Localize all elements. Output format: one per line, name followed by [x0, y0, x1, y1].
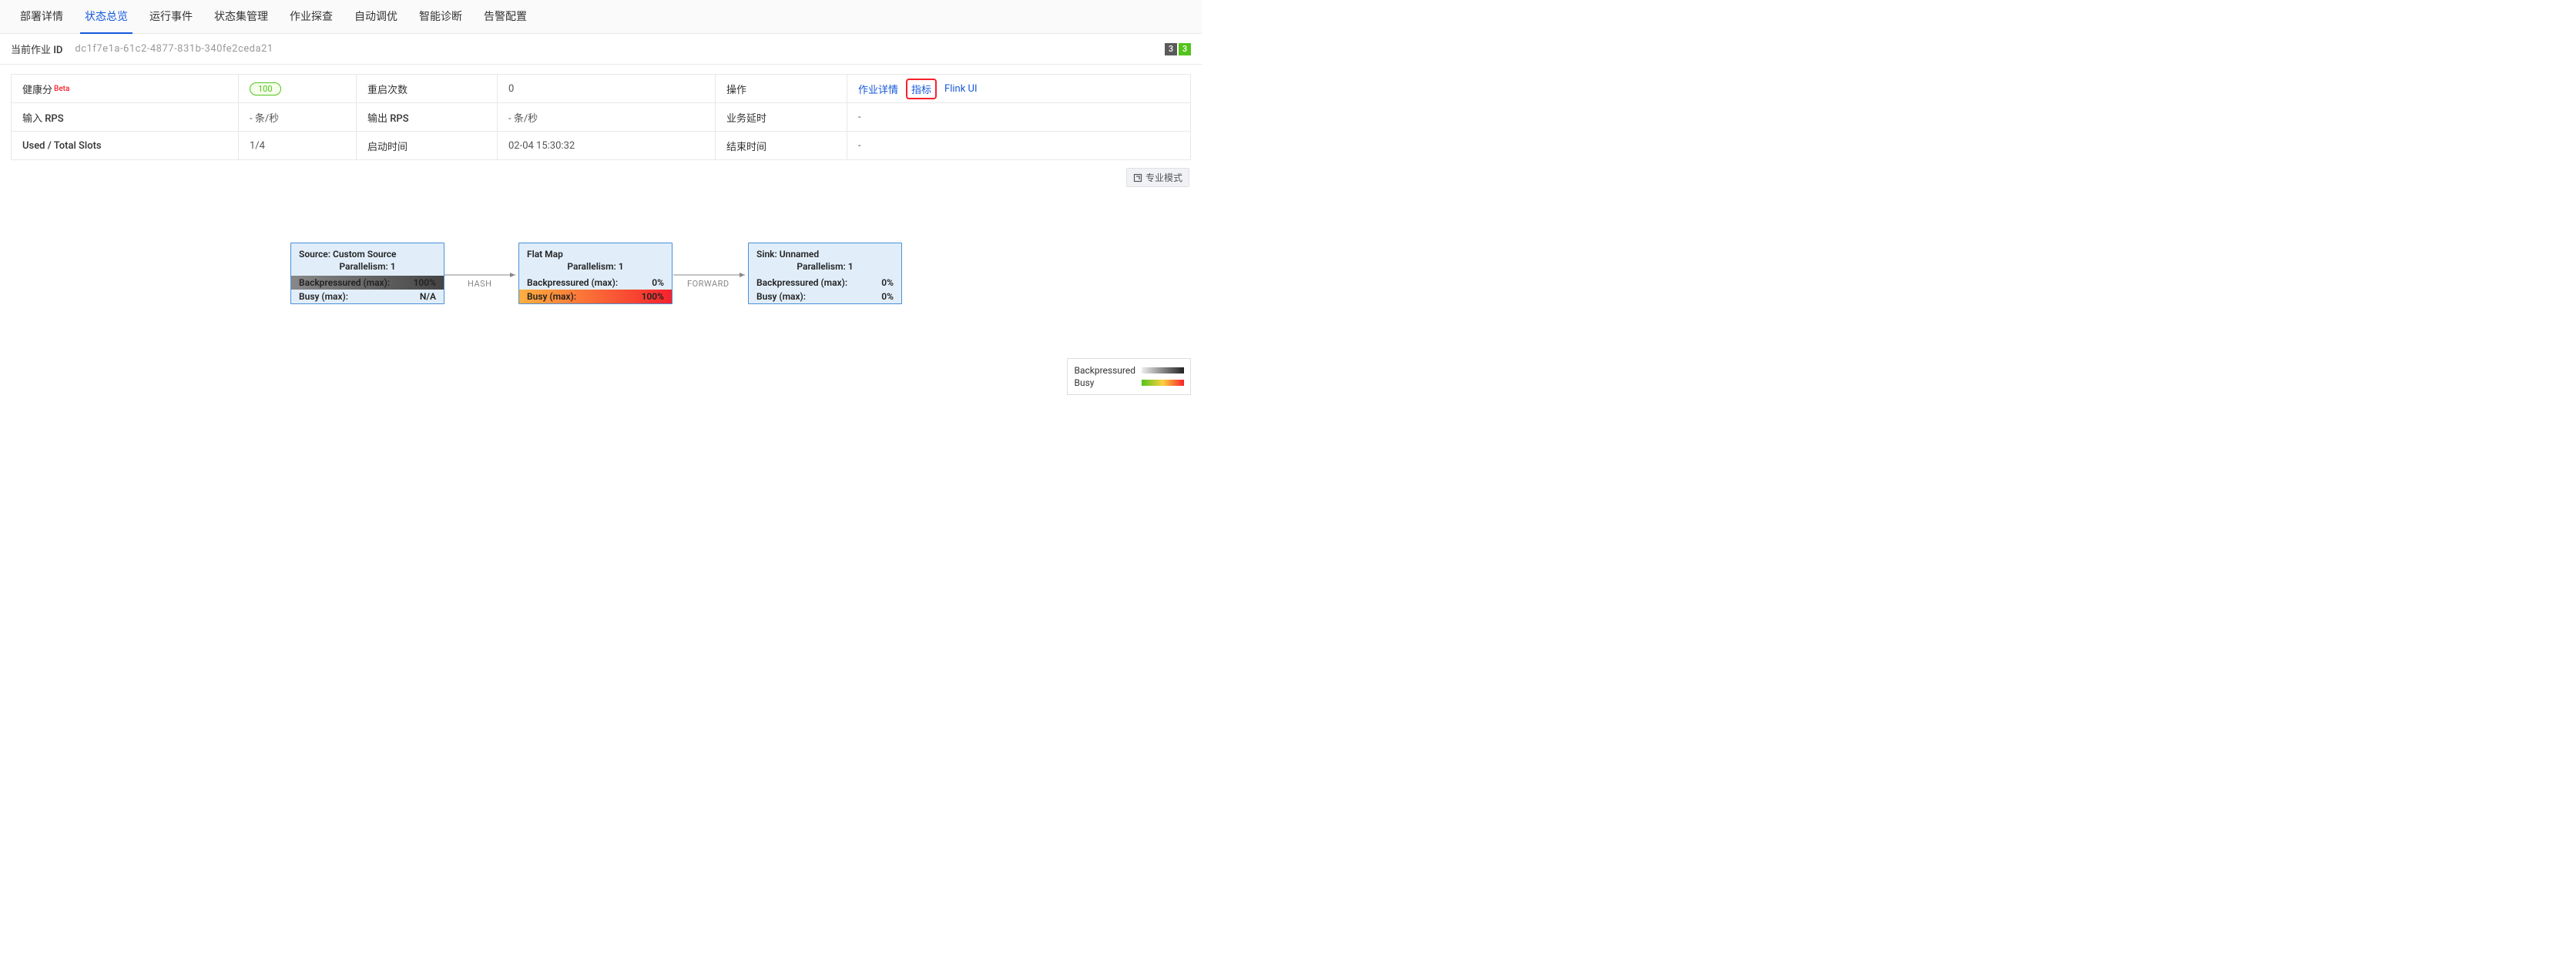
node-flatmap-title: Flat Map [527, 249, 664, 260]
legend: Backpressured Busy [1067, 358, 1191, 395]
node-sink[interactable]: Sink: Unnamed Parallelism: 1 Backpressur… [748, 243, 902, 304]
node-source-title: Source: Custom Source [299, 249, 436, 260]
job-id-bar: 当前作业 ID dc1f7e1a-61c2-4877-831b-340fe2ce… [0, 34, 1202, 65]
tab-runtime-events[interactable]: 运行事件 [139, 0, 203, 34]
node-source-bp: Backpressured (max):100% [291, 276, 444, 290]
tab-status-overview[interactable]: 状态总览 [74, 0, 139, 34]
legend-busy-label: Busy [1074, 377, 1094, 388]
tab-deploy-detail[interactable]: 部署详情 [9, 0, 74, 34]
node-flatmap-busy: Busy (max):100% [519, 290, 672, 303]
ops-label: 操作 [716, 75, 847, 102]
flink-ui-link[interactable]: Flink UI [944, 83, 977, 95]
metrics-link[interactable]: 指标 [906, 79, 937, 99]
in-rps-label: 输入 RPS [12, 103, 239, 131]
job-id-label: 当前作业 ID [11, 42, 62, 56]
job-graph: Source: Custom Source Parallelism: 1 Bac… [11, 195, 1191, 395]
node-source-parallelism: Parallelism: 1 [299, 261, 436, 272]
tab-diagnosis[interactable]: 智能诊断 [408, 0, 473, 34]
restart-value: 0 [498, 75, 716, 102]
latency-value: - [847, 103, 1190, 131]
edge-forward-label: FORWARD [687, 279, 730, 289]
tabs-bar: 部署详情 状态总览 运行事件 状态集管理 作业探查 自动调优 智能诊断 告警配置 [0, 0, 1202, 34]
health-value: 100 [239, 75, 357, 102]
slots-label: Used / Total Slots [12, 132, 239, 159]
slots-value: 1/4 [239, 132, 357, 159]
end-value: - [847, 132, 1190, 159]
beta-tag: Beta [54, 85, 69, 93]
health-label: 健康分Beta [12, 75, 239, 102]
node-sink-title: Sink: Unnamed [756, 249, 894, 260]
health-pill: 100 [250, 82, 281, 95]
node-sink-parallelism: Parallelism: 1 [756, 261, 894, 272]
job-id-value: dc1f7e1a-61c2-4877-831b-340fe2ceda21 [75, 43, 273, 55]
latency-label: 业务延时 [716, 103, 847, 131]
pro-mode-button[interactable]: 专业模式 [1126, 168, 1189, 187]
start-label: 启动时间 [357, 132, 498, 159]
edge-hash-label: HASH [468, 279, 492, 289]
node-source[interactable]: Source: Custom Source Parallelism: 1 Bac… [290, 243, 444, 304]
legend-bp-label: Backpressured [1074, 365, 1135, 376]
in-rps-value: - 条/秒 [239, 103, 357, 131]
node-sink-busy: Busy (max):0% [749, 290, 901, 303]
node-source-busy: Busy (max):N/A [291, 290, 444, 303]
ops-links: 作业详情 指标 Flink UI [847, 75, 1190, 102]
out-rps-value: - 条/秒 [498, 103, 716, 131]
restart-label: 重启次数 [357, 75, 498, 102]
out-rps-label: 输出 RPS [357, 103, 498, 131]
tab-state-mgmt[interactable]: 状态集管理 [203, 0, 279, 34]
tab-autotune[interactable]: 自动调优 [344, 0, 408, 34]
tab-job-probe[interactable]: 作业探查 [279, 0, 344, 34]
end-label: 结束时间 [716, 132, 847, 159]
node-flatmap-bp: Backpressured (max):0% [519, 276, 672, 290]
legend-bp-bar [1142, 367, 1184, 373]
tab-alarm-config[interactable]: 告警配置 [473, 0, 538, 34]
start-value: 02-04 15:30:32 [498, 132, 716, 159]
job-detail-link[interactable]: 作业详情 [858, 82, 898, 96]
expand-icon [1133, 173, 1142, 183]
info-table: 健康分Beta 100 重启次数 0 操作 作业详情 指标 Flink UI 输… [11, 74, 1191, 160]
node-flatmap[interactable]: Flat Map Parallelism: 1 Backpressured (m… [518, 243, 673, 304]
status-badges: 3 3 [1165, 43, 1191, 55]
node-flatmap-parallelism: Parallelism: 1 [527, 261, 664, 272]
legend-busy-bar [1142, 380, 1184, 386]
node-sink-bp: Backpressured (max):0% [749, 276, 901, 290]
status-badge-gray: 3 [1165, 43, 1177, 55]
status-badge-green: 3 [1179, 43, 1191, 55]
